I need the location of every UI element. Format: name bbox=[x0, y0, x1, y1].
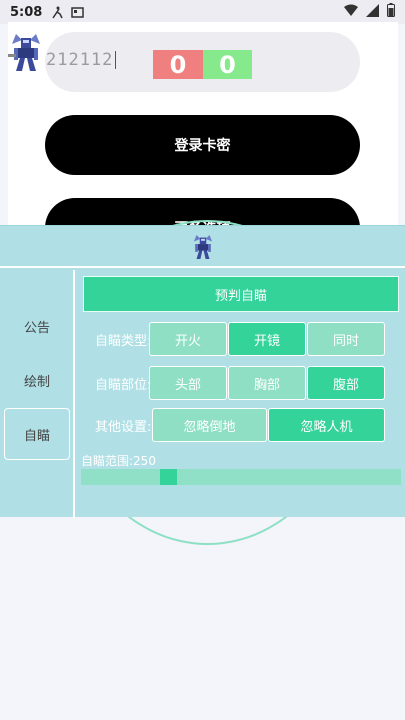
card-code-value: 212112 bbox=[46, 50, 117, 70]
wifi-icon bbox=[344, 4, 358, 20]
aim-range-label: 自瞄范围:250 bbox=[81, 454, 156, 468]
aim-range-thumb[interactable] bbox=[160, 469, 177, 485]
gallery-icon bbox=[70, 5, 84, 19]
aim-part-chest[interactable]: 胸部 bbox=[228, 366, 306, 400]
ignore-bots-option[interactable]: 忽略人机 bbox=[268, 408, 385, 442]
sidebar-item-draw[interactable]: 绘制 bbox=[0, 354, 74, 406]
sidebar-item-aim[interactable]: 自瞄 bbox=[4, 408, 70, 460]
accessibility-icon bbox=[50, 5, 64, 19]
robot-logo-icon bbox=[6, 30, 46, 72]
panel-main: 预判自瞄 自瞄类型: 开火 开镜 同时 自瞄部位: 头部 胸部 腹部 其他设置:… bbox=[77, 270, 405, 518]
aim-type-fire[interactable]: 开火 bbox=[149, 322, 227, 356]
aim-type-both[interactable]: 同时 bbox=[307, 322, 385, 356]
score-green: 0 bbox=[203, 50, 252, 79]
status-bar: 5:08 bbox=[0, 0, 405, 24]
aim-type-scope[interactable]: 开镜 bbox=[228, 322, 306, 356]
predict-aim-button[interactable]: 预判自瞄 bbox=[83, 276, 399, 312]
signal-icon bbox=[366, 3, 379, 21]
other-settings-label: 其他设置: bbox=[95, 420, 152, 435]
aim-part-head[interactable]: 头部 bbox=[149, 366, 227, 400]
aim-type-label: 自瞄类型: bbox=[95, 334, 152, 349]
aim-part-belly[interactable]: 腹部 bbox=[307, 366, 385, 400]
sidebar-item-notice[interactable]: 公告 bbox=[0, 300, 74, 352]
login-button[interactable]: 登录卡密 bbox=[45, 115, 360, 175]
aim-panel: 公告 绘制 自瞄 预判自瞄 自瞄类型: 开火 开镜 同时 自瞄部位: 头部 胸部… bbox=[0, 225, 405, 518]
battery-icon bbox=[387, 3, 395, 21]
aim-part-label: 自瞄部位: bbox=[95, 378, 152, 393]
text-caret bbox=[115, 51, 117, 69]
robot-icon bbox=[190, 231, 216, 261]
score-red: 0 bbox=[153, 50, 203, 79]
clock: 5:08 bbox=[10, 4, 43, 20]
panel-sidebar: 公告 绘制 自瞄 bbox=[0, 270, 75, 518]
panel-header[interactable] bbox=[0, 226, 405, 268]
aim-range-slider[interactable] bbox=[81, 469, 401, 485]
ignore-downed-option[interactable]: 忽略倒地 bbox=[152, 408, 267, 442]
